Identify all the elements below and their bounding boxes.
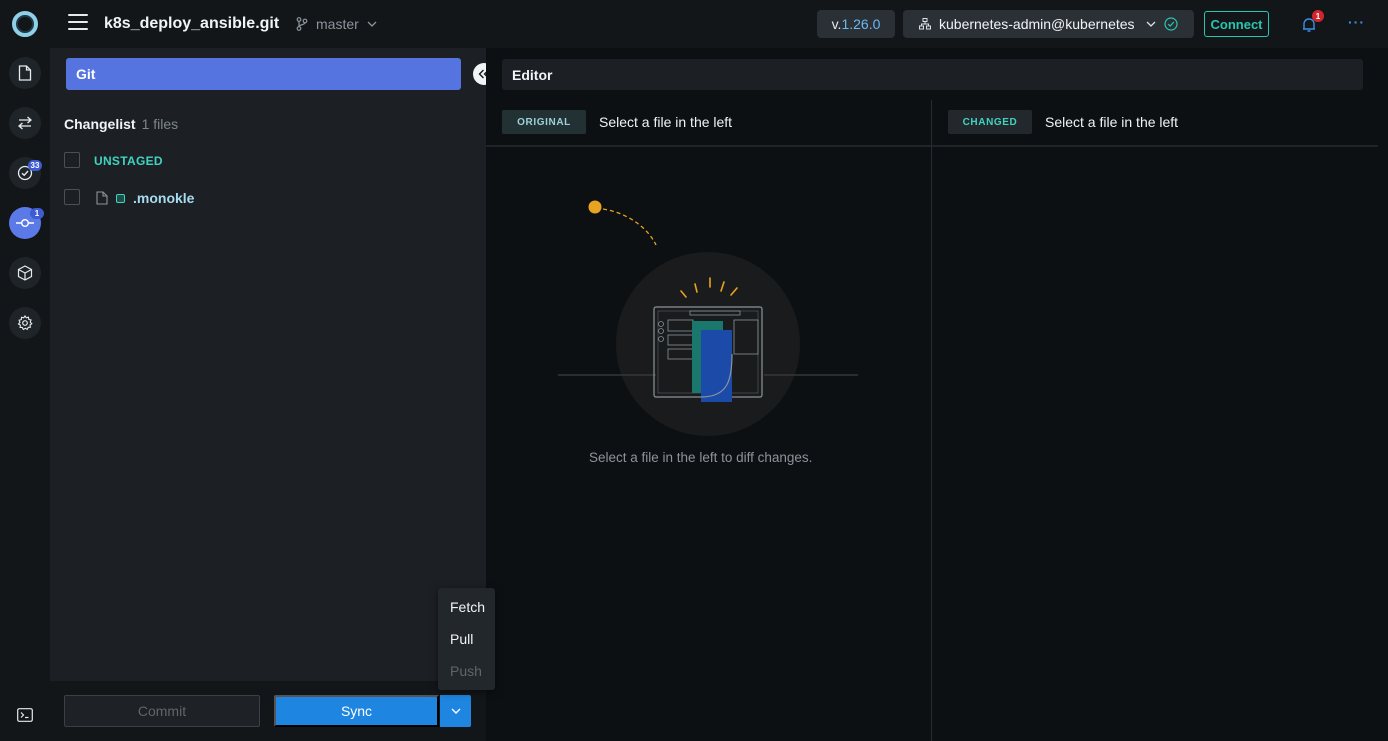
- validation-count-badge: 33: [28, 160, 42, 171]
- rail-compare[interactable]: [9, 107, 41, 139]
- hamburger-menu-icon[interactable]: [68, 14, 88, 34]
- unstaged-section-label: UNSTAGED: [94, 154, 163, 168]
- git-commit-icon: [16, 219, 34, 227]
- notification-badge: 1: [1312, 10, 1324, 22]
- changed-tag: CHANGED: [948, 110, 1032, 134]
- changelist-label: Changelist: [64, 116, 136, 132]
- unstaged-select-all-checkbox[interactable]: [64, 152, 80, 168]
- rail-settings[interactable]: [9, 307, 41, 339]
- original-tag: ORIGINAL: [502, 110, 586, 134]
- version-number: 1.26.0: [841, 16, 881, 32]
- project-name[interactable]: k8s_deploy_ansible.git: [104, 15, 279, 33]
- push-menu-item: Push: [450, 663, 482, 679]
- rail-terminal[interactable]: [9, 699, 41, 731]
- cluster-icon: [919, 18, 931, 30]
- chevron-down-icon: [367, 21, 377, 27]
- original-placeholder: Select a file in the left: [599, 114, 733, 130]
- file-name: .monokle: [133, 190, 195, 206]
- activity-rail: 33 1: [0, 48, 50, 741]
- diff-editor: Editor ORIGINAL Select a file in the lef…: [486, 48, 1388, 741]
- gear-icon: [17, 315, 33, 331]
- git-branch-icon: [296, 17, 308, 31]
- changelist-heading: Changelist 1 files: [64, 116, 178, 132]
- editor-title: Editor: [502, 59, 1363, 90]
- version-prefix: v.: [831, 16, 842, 32]
- git-count-badge: 1: [30, 208, 44, 219]
- empty-state-message: Select a file in the left to diff change…: [589, 450, 813, 465]
- git-actions-bar: Commit Sync: [50, 681, 486, 741]
- pane-vertical-divider: [931, 100, 932, 741]
- file-status-indicator: [116, 193, 125, 203]
- sync-button[interactable]: Sync: [274, 695, 439, 727]
- file-icon: [18, 65, 32, 81]
- sync-dropdown-menu: Fetch Pull Push: [438, 588, 495, 690]
- cluster-context-selector[interactable]: kubernetes-admin@kubernetes: [903, 10, 1194, 38]
- swap-arrows-icon: [18, 116, 32, 130]
- git-panel-title: Git: [66, 58, 461, 90]
- changelist-file-count: 1 files: [141, 116, 179, 132]
- rail-files[interactable]: [9, 57, 41, 89]
- pull-menu-item[interactable]: Pull: [450, 631, 473, 647]
- chevron-down-icon: [1146, 21, 1156, 27]
- pane-header-divider: [486, 145, 1378, 147]
- file-icon: [96, 191, 108, 205]
- cube-icon: [17, 265, 33, 281]
- empty-state-illustration: [558, 200, 858, 436]
- branch-selector[interactable]: master: [296, 16, 377, 32]
- git-panel: Git Changelist 1 files UNSTAGED .monokle …: [50, 48, 486, 741]
- monokle-logo[interactable]: [12, 11, 38, 37]
- top-bar: k8s_deploy_ansible.git master v. 1.26.0 k…: [0, 0, 1388, 48]
- branch-name: master: [316, 16, 359, 32]
- more-options-icon[interactable]: ···: [1348, 14, 1365, 30]
- check-circle-icon: [1163, 17, 1178, 31]
- k8s-version-badge[interactable]: v. 1.26.0: [817, 10, 895, 38]
- original-pane-header: ORIGINAL Select a file in the left: [502, 110, 732, 134]
- rail-plugins[interactable]: [9, 257, 41, 289]
- changed-placeholder: Select a file in the left: [1045, 114, 1179, 130]
- chevron-down-icon: [451, 708, 460, 714]
- connect-button[interactable]: Connect: [1204, 11, 1269, 37]
- sync-dropdown-toggle[interactable]: [440, 695, 471, 727]
- context-name: kubernetes-admin@kubernetes: [939, 16, 1135, 32]
- changed-file-item[interactable]: .monokle: [96, 190, 194, 206]
- commit-button[interactable]: Commit: [64, 695, 260, 727]
- fetch-menu-item[interactable]: Fetch: [450, 599, 485, 615]
- file-checkbox[interactable]: [64, 189, 80, 205]
- terminal-icon: [17, 708, 33, 722]
- changed-pane-header: CHANGED Select a file in the left: [948, 110, 1178, 134]
